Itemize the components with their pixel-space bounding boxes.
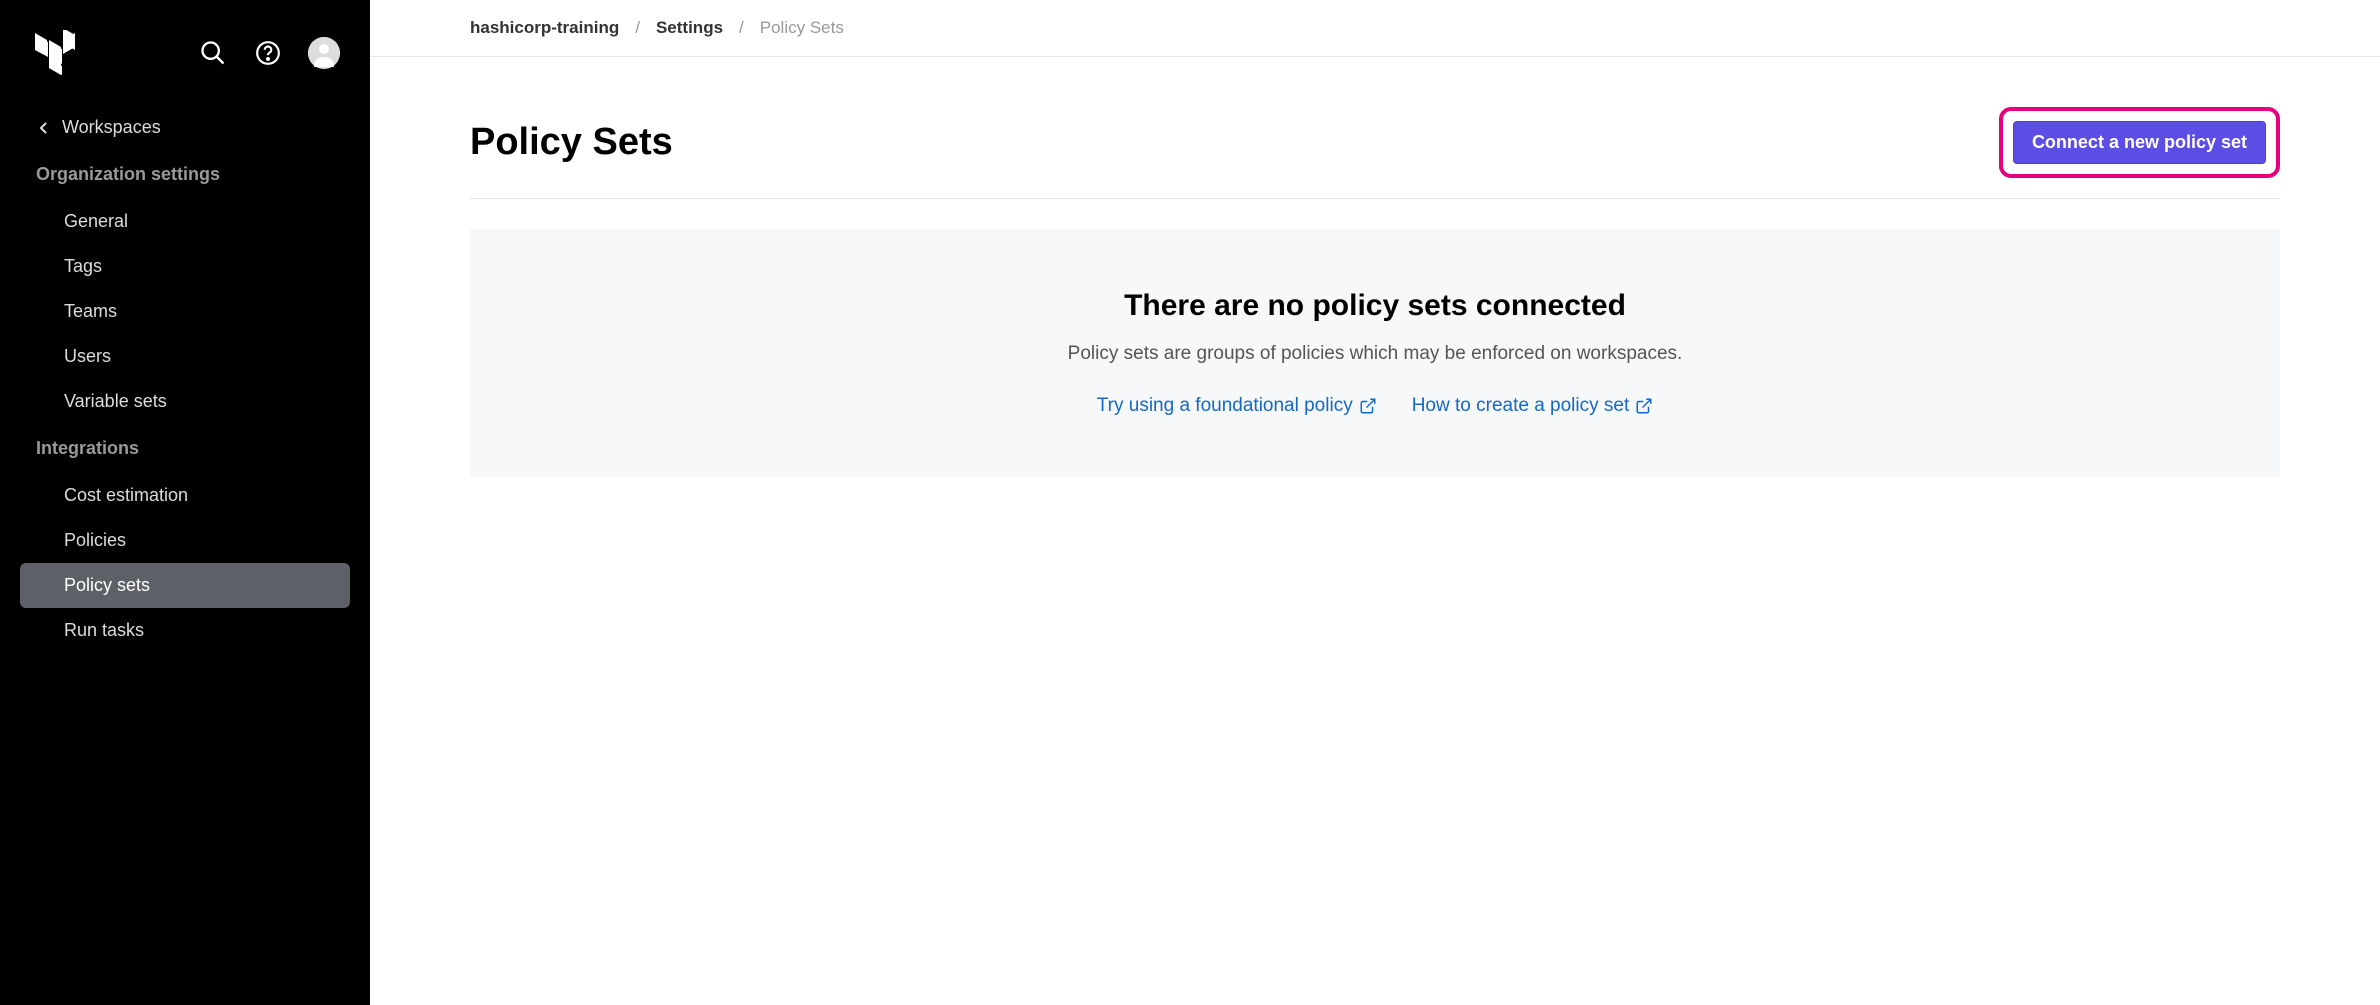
breadcrumb-settings[interactable]: Settings <box>656 18 723 38</box>
sidebar-item-policy-sets[interactable]: Policy sets <box>20 563 350 608</box>
back-to-workspaces[interactable]: Workspaces <box>0 105 370 150</box>
empty-state-description: Policy sets are groups of policies which… <box>510 343 2240 365</box>
how-to-create-link[interactable]: How to create a policy set <box>1412 395 1654 417</box>
external-link-icon <box>1359 397 1377 415</box>
page-header: Policy Sets Connect a new policy set <box>470 107 2280 199</box>
empty-state: There are no policy sets connected Polic… <box>470 229 2280 477</box>
help-icon[interactable] <box>253 38 283 68</box>
sidebar-item-variable-sets[interactable]: Variable sets <box>20 379 350 424</box>
empty-state-links: Try using a foundational policy How to c… <box>510 395 2240 417</box>
content-area: Policy Sets Connect a new policy set The… <box>370 57 2380 527</box>
breadcrumb-current: Policy Sets <box>760 18 844 38</box>
sidebar-header <box>0 30 370 105</box>
sidebar-section-integrations: Integrations <box>0 424 370 473</box>
sidebar-item-users[interactable]: Users <box>20 334 350 379</box>
main-content: hashicorp-training / Settings / Policy S… <box>370 0 2380 1005</box>
sidebar-item-run-tasks[interactable]: Run tasks <box>20 608 350 653</box>
sidebar-section-org-settings: Organization settings <box>0 150 370 199</box>
breadcrumb: hashicorp-training / Settings / Policy S… <box>370 0 2380 57</box>
highlight-annotation: Connect a new policy set <box>1999 107 2280 178</box>
sidebar-item-general[interactable]: General <box>20 199 350 244</box>
breadcrumb-org[interactable]: hashicorp-training <box>470 18 619 38</box>
breadcrumb-separator: / <box>635 18 640 38</box>
terraform-logo-icon[interactable] <box>35 30 75 75</box>
page-title: Policy Sets <box>470 121 673 164</box>
sidebar-header-icons <box>198 37 340 69</box>
sidebar: Workspaces Organization settings General… <box>0 0 370 1005</box>
connect-policy-set-button[interactable]: Connect a new policy set <box>2013 121 2266 164</box>
sidebar-item-policies[interactable]: Policies <box>20 518 350 563</box>
foundational-policy-link[interactable]: Try using a foundational policy <box>1097 395 1377 417</box>
sidebar-item-tags[interactable]: Tags <box>20 244 350 289</box>
search-icon[interactable] <box>198 38 228 68</box>
back-link-label: Workspaces <box>62 117 161 138</box>
chevron-left-icon <box>38 122 50 134</box>
empty-state-title: There are no policy sets connected <box>510 289 2240 323</box>
user-avatar[interactable] <box>308 37 340 69</box>
breadcrumb-separator: / <box>739 18 744 38</box>
external-link-icon <box>1635 397 1653 415</box>
sidebar-item-teams[interactable]: Teams <box>20 289 350 334</box>
sidebar-item-cost-estimation[interactable]: Cost estimation <box>20 473 350 518</box>
